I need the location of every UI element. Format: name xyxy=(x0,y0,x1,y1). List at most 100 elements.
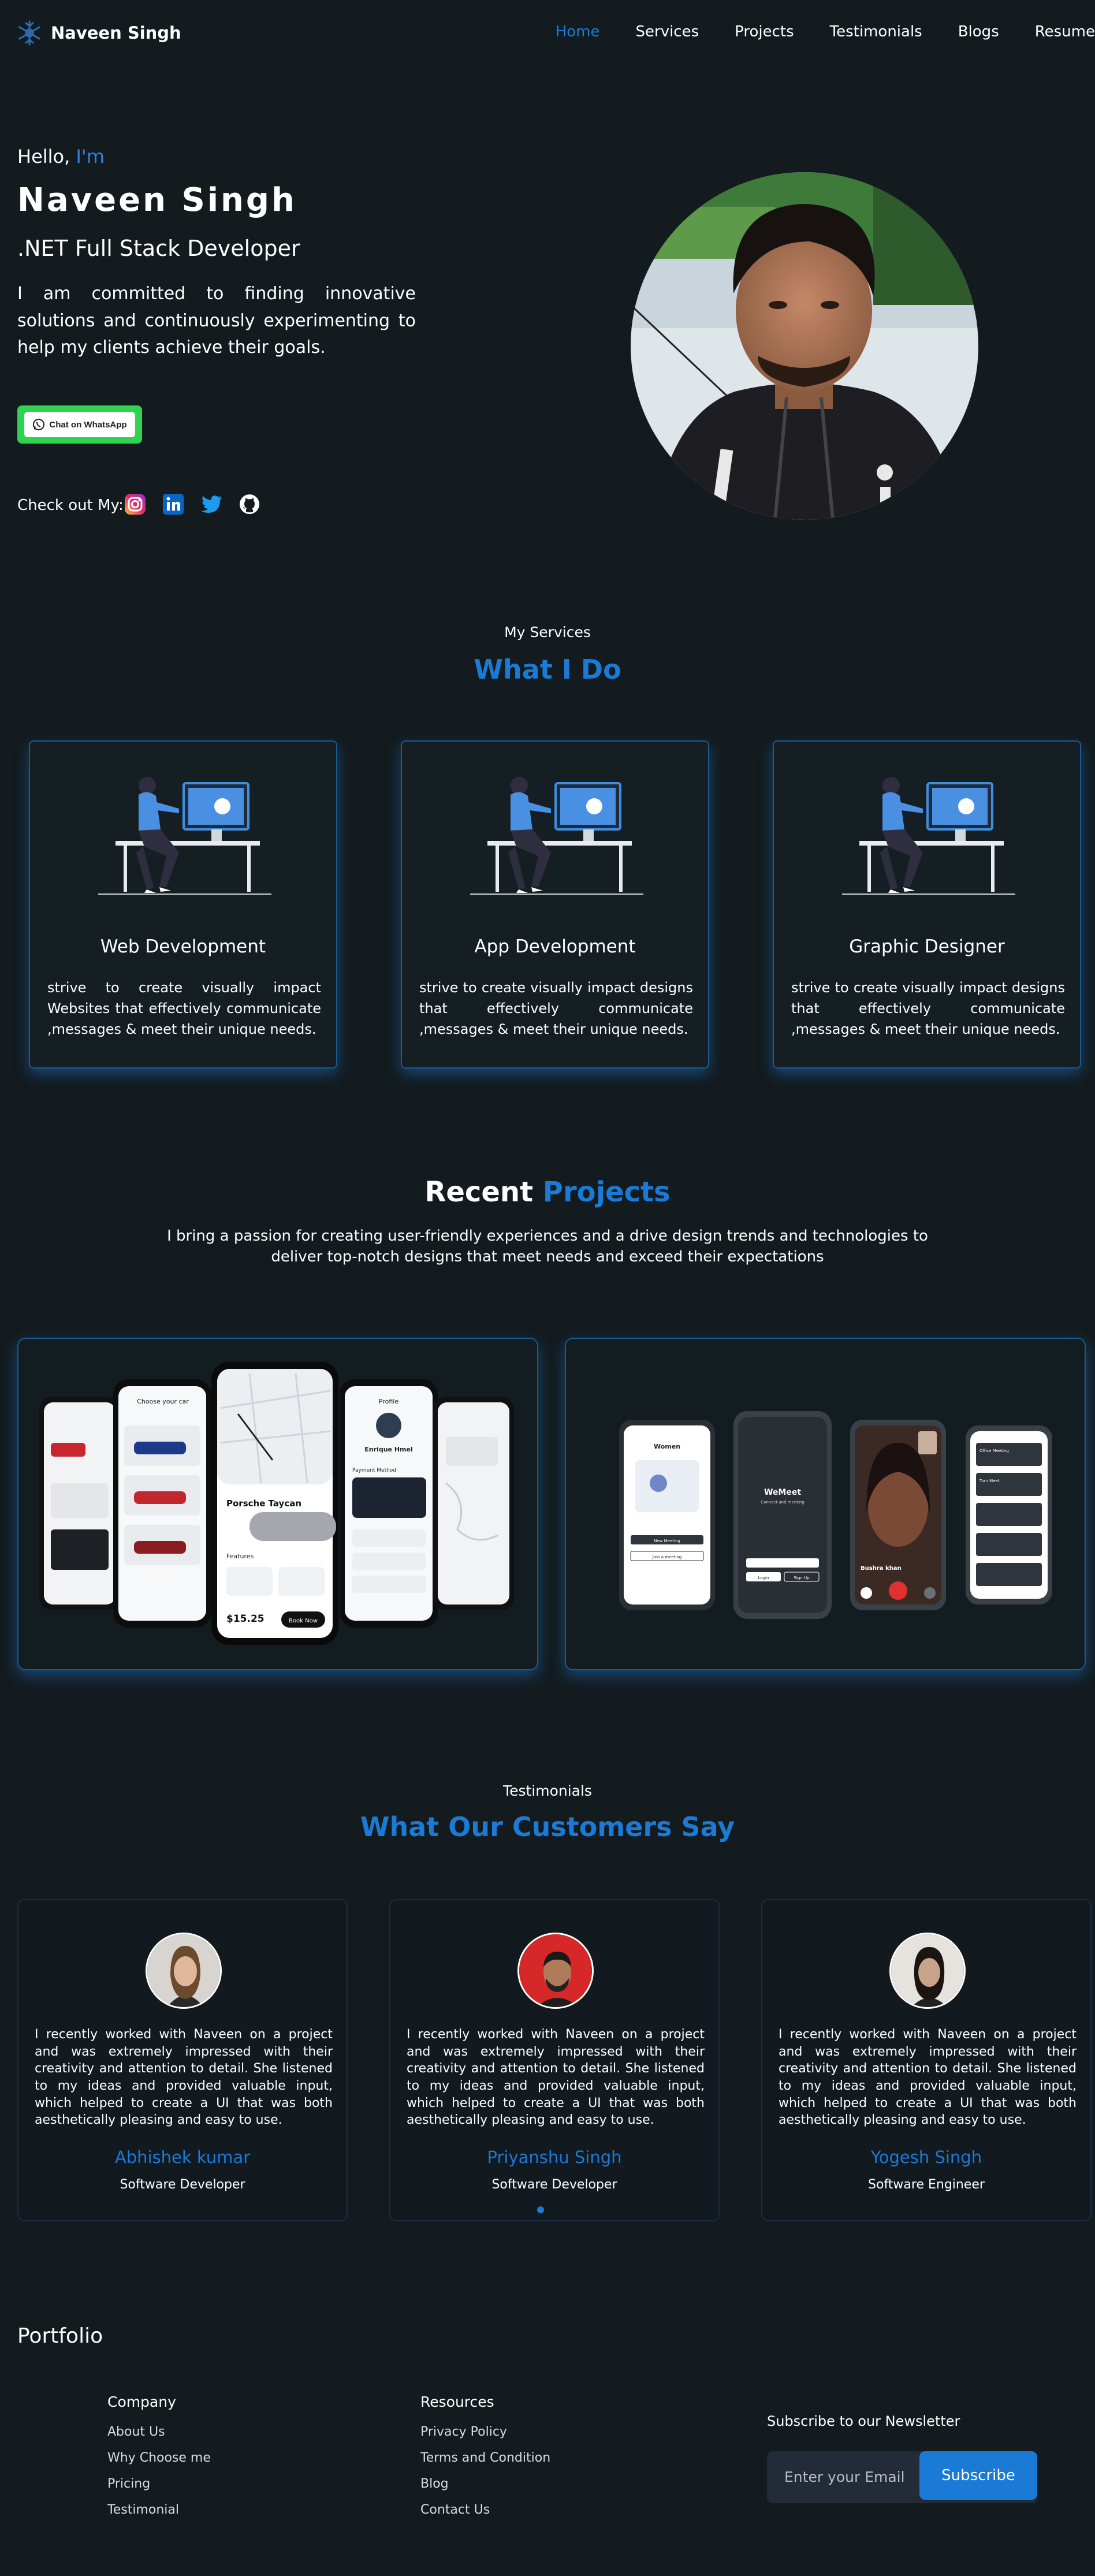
services-subtitle: My Services xyxy=(504,624,591,641)
footer-link-terms[interactable]: Terms and Condition xyxy=(420,2451,550,2465)
hero-role: .NET Full Stack Developer xyxy=(17,236,300,261)
developer-illustration xyxy=(470,777,643,895)
join-meeting-text: Join a meeting xyxy=(652,1555,681,1559)
footer-link-testimonial[interactable]: Testimonial xyxy=(107,2503,211,2517)
nav-links: Home Services Projects Testimonials Blog… xyxy=(520,23,1095,40)
hello-text: Hello, xyxy=(17,146,70,167)
nav-projects[interactable]: Projects xyxy=(735,23,794,40)
avatar xyxy=(146,1933,222,2009)
service-title: Web Development xyxy=(100,936,266,957)
twitter-icon[interactable] xyxy=(200,493,223,516)
office-meeting-text: Office Meeting xyxy=(979,1449,1009,1453)
top-nav: Naveen Singh Home Services Projects Test… xyxy=(0,0,1095,68)
price-text: $15.25 xyxy=(226,1613,265,1625)
hero-name: Naveen Singh xyxy=(17,181,297,219)
service-description: strive to create visually impact designs… xyxy=(419,980,693,1037)
hello-highlight: I'm xyxy=(76,146,105,167)
projects-description: I bring a passion for creating user-frie… xyxy=(167,1227,928,1266)
payment-text: Payment Method xyxy=(352,1468,396,1473)
nav-blogs[interactable]: Blogs xyxy=(958,23,999,40)
github-icon[interactable] xyxy=(238,493,261,516)
login-text: Login xyxy=(758,1576,769,1580)
testimonial-role: Software Developer xyxy=(120,2177,245,2192)
avatar xyxy=(889,1933,966,2009)
footer-company-links: About Us Why Choose me Pricing Testimoni… xyxy=(107,2425,211,2529)
brand-name: Naveen Singh xyxy=(51,23,181,43)
testimonial-role: Software Developer xyxy=(491,2177,617,2192)
newsletter-title: Subscribe to our Newsletter xyxy=(767,2413,960,2429)
whatsapp-badge: Chat on WhatsApp xyxy=(24,412,135,437)
service-description: strive to create visually impact designs… xyxy=(791,980,1065,1037)
hero-greeting: Hello, I'm xyxy=(17,146,105,167)
new-meeting-text: New Meeting xyxy=(654,1539,680,1543)
service-card-app: App Development strive to create visuall… xyxy=(401,740,709,1069)
service-title: Graphic Designer xyxy=(849,936,1005,957)
developer-illustration xyxy=(842,777,1015,895)
project-card-car-rental[interactable]: Choose your car Porsche Taycan Features … xyxy=(17,1338,538,1670)
nav-testimonials[interactable]: Testimonials xyxy=(830,23,922,40)
nav-home[interactable]: Home xyxy=(556,23,600,40)
project-card-wemeet[interactable]: Women New Meeting Join a meeting WeMeet … xyxy=(565,1338,1086,1670)
meeting-app-mockup: Women New Meeting Join a meeting WeMeet … xyxy=(619,1411,1052,1619)
footer-company-heading: Company xyxy=(107,2393,176,2410)
testimonial-text: I recently worked with Naveen on a proje… xyxy=(779,2027,1077,2128)
service-title: App Development xyxy=(474,936,636,957)
footer-portfolio-title: Portfolio xyxy=(17,2324,103,2348)
projects-title: Recent Projects xyxy=(0,1176,1095,1208)
nav-services[interactable]: Services xyxy=(636,23,699,40)
newsletter-form: Subscribe xyxy=(767,2451,1037,2503)
nav-resume[interactable]: Resume xyxy=(1035,23,1095,40)
book-text: Book Now xyxy=(289,1618,318,1624)
service-card-graphic: Graphic Designer strive to create visual… xyxy=(773,740,1081,1069)
projects-title-white: Recent xyxy=(424,1176,534,1208)
whatsapp-chat-button[interactable]: Chat on WhatsApp xyxy=(17,405,142,444)
service-card-web: Web Development strive to create visuall… xyxy=(29,740,337,1069)
footer-link-about[interactable]: About Us xyxy=(107,2425,211,2439)
hero-description: I am committed to finding innovative sol… xyxy=(17,284,416,358)
mock-text: Choose your car xyxy=(137,1398,189,1405)
hero-profile-photo xyxy=(631,172,978,520)
linkedin-icon[interactable] xyxy=(162,493,185,516)
footer-link-privacy[interactable]: Privacy Policy xyxy=(420,2425,550,2439)
testimonials-title: What Our Customers Say xyxy=(360,1811,735,1842)
whatsapp-icon xyxy=(33,419,45,430)
service-description: strive to create visually impact Website… xyxy=(47,980,321,1037)
testimonial-card: I recently worked with Naveen on a proje… xyxy=(17,1899,348,2221)
testimonial-name: Yogesh Singh xyxy=(870,2147,982,2167)
projects-title-blue: Projects xyxy=(542,1176,671,1208)
avatar xyxy=(517,1933,594,2009)
testimonial-card: I recently worked with Naveen on a proje… xyxy=(761,1899,1092,2221)
developer-illustration xyxy=(98,777,271,895)
profile-text: Profile xyxy=(379,1398,398,1405)
signup-text: Sign Up xyxy=(794,1576,810,1580)
brand[interactable]: Naveen Singh xyxy=(16,20,181,46)
social-links xyxy=(124,493,261,516)
footer-link-contact[interactable]: Contact Us xyxy=(420,2503,550,2517)
newsletter-email-input[interactable] xyxy=(784,2469,929,2485)
footer-link-pricing[interactable]: Pricing xyxy=(107,2477,211,2491)
testimonials-subtitle: Testimonials xyxy=(503,1782,592,1799)
footer-resources-links: Privacy Policy Terms and Condition Blog … xyxy=(420,2425,550,2529)
turn-meet-text: Turn Meet xyxy=(979,1479,1000,1483)
testimonial-name: Priyanshu Singh xyxy=(487,2147,622,2167)
car-title-text: Porsche Taycan xyxy=(226,1498,301,1509)
meet-welcome-text: Women xyxy=(654,1443,680,1450)
features-text: Features xyxy=(226,1553,254,1560)
profile-name-text: Enrique Hmel xyxy=(364,1446,412,1453)
testimonial-card: I recently worked with Naveen on a proje… xyxy=(389,1899,720,2221)
wemeet-tagline-text: Connect and meeting xyxy=(761,1500,805,1505)
snowflake-icon xyxy=(18,20,40,46)
footer-resources-heading: Resources xyxy=(420,2393,494,2410)
footer-link-why[interactable]: Why Choose me xyxy=(107,2451,211,2465)
wemeet-brand-text: WeMeet xyxy=(764,1488,801,1497)
subscribe-button[interactable]: Subscribe xyxy=(919,2451,1037,2500)
testimonial-text: I recently worked with Naveen on a proje… xyxy=(407,2027,705,2128)
footer-link-blog[interactable]: Blog xyxy=(420,2477,550,2491)
instagram-icon[interactable] xyxy=(124,493,147,516)
whatsapp-label: Chat on WhatsApp xyxy=(49,419,127,430)
car-app-mockup: Choose your car Porsche Taycan Features … xyxy=(39,1362,514,1645)
carousel-dot[interactable] xyxy=(537,2206,544,2213)
testimonial-text: I recently worked with Naveen on a proje… xyxy=(35,2027,333,2128)
check-out-label: Check out My: xyxy=(17,497,124,514)
caller-name-text: Bushra khan xyxy=(861,1565,902,1572)
